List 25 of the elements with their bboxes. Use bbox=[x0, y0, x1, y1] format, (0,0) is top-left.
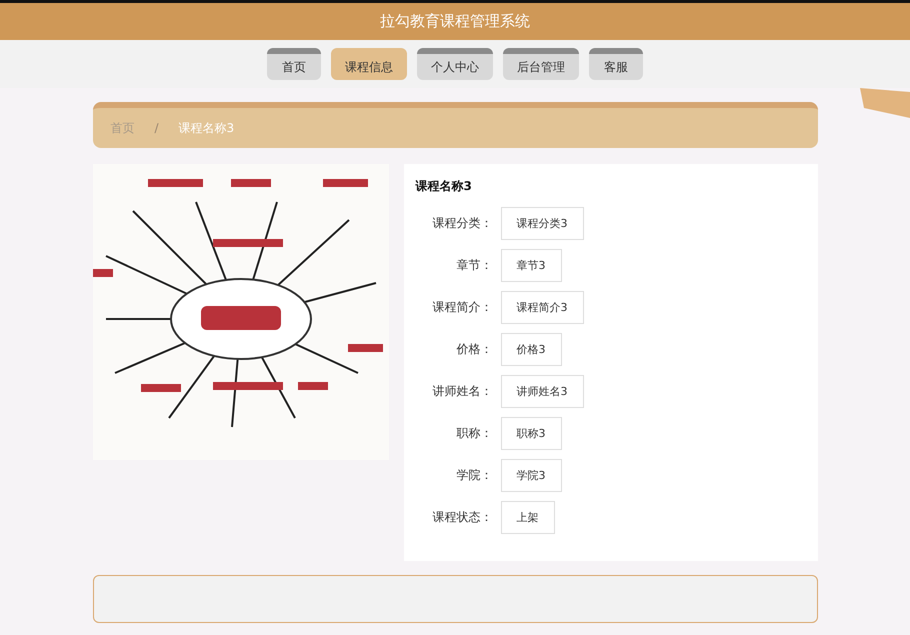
nav-tab[interactable]: 首页 bbox=[267, 48, 321, 80]
value-field: 课程分类3 bbox=[500, 207, 584, 240]
nav-tab[interactable]: 后台管理 bbox=[503, 48, 579, 80]
value-field: 章节3 bbox=[500, 249, 562, 282]
value-field: 讲师姓名3 bbox=[500, 375, 584, 408]
breadcrumb-separator: / bbox=[154, 121, 159, 135]
value-field: 价格3 bbox=[500, 333, 562, 366]
field-label: 课程简介： bbox=[432, 299, 492, 316]
field-label: 课程状态： bbox=[432, 509, 492, 526]
value-field: 上架 bbox=[500, 501, 554, 534]
field-label: 学院： bbox=[456, 467, 492, 484]
value-field: 职称3 bbox=[500, 417, 562, 450]
breadcrumb-item: 课程名称3 bbox=[178, 120, 234, 136]
app-title: 拉勾教育课程管理系统 bbox=[380, 12, 530, 31]
course-title: 课程名称3 bbox=[416, 178, 473, 195]
nav-tab[interactable]: 个人中心 bbox=[417, 48, 493, 80]
field-label: 价格： bbox=[456, 341, 492, 358]
field-label: 章节： bbox=[456, 257, 492, 274]
field-label: 讲师姓名： bbox=[432, 383, 492, 400]
value-field: 课程简介3 bbox=[500, 291, 584, 324]
value-field: 学院3 bbox=[500, 459, 562, 492]
field-label: 职称： bbox=[456, 425, 492, 442]
nav-tab[interactable]: 客服 bbox=[589, 48, 643, 80]
nav-tab[interactable]: 课程信息 bbox=[331, 48, 407, 80]
field-label: 课程分类： bbox=[432, 215, 492, 232]
